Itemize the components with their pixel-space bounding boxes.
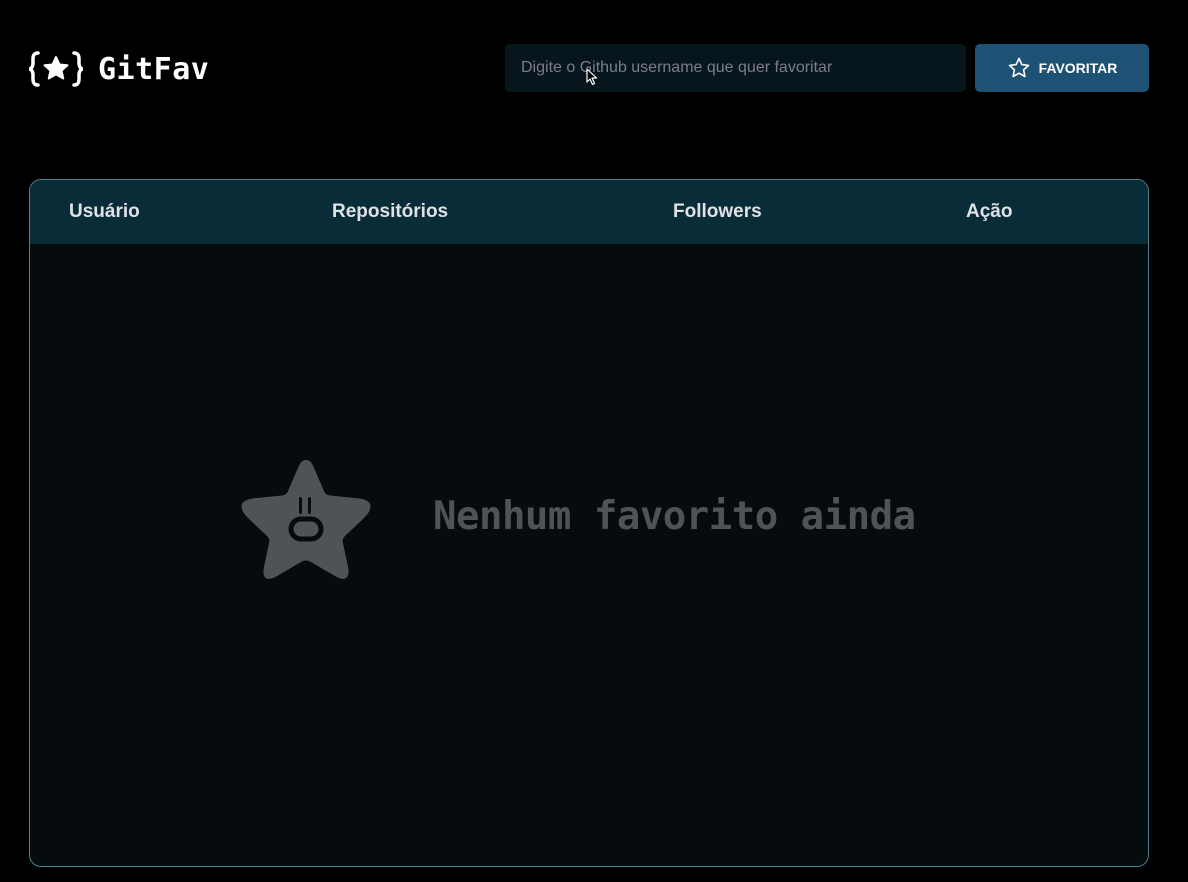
logo-text: GitFav: [98, 51, 210, 87]
mouse-cursor-icon: [586, 68, 598, 86]
app-root: GitFav FAVORITAR Usuário Repositórios Fo…: [0, 0, 1188, 882]
logo[interactable]: GitFav: [28, 50, 209, 88]
favorite-button-label: FAVORITAR: [1038, 60, 1118, 76]
column-header-acao: Ação: [966, 201, 1013, 222]
braces-star-icon: [28, 51, 84, 87]
empty-state: Nenhum favorito ainda: [30, 244, 1148, 866]
favorite-button[interactable]: FAVORITAR: [975, 44, 1149, 92]
column-header-repositorios: Repositórios: [332, 201, 449, 222]
favorites-table: Usuário Repositórios Followers Ação Nenh…: [29, 179, 1149, 867]
column-header-followers: Followers: [673, 201, 762, 222]
empty-state-message: Nenhum favorito ainda: [433, 494, 916, 539]
star-outline-icon: [1008, 57, 1029, 78]
column-header-usuario: Usuário: [69, 201, 140, 222]
table-header: Usuário Repositórios Followers Ação: [30, 180, 1148, 244]
github-username-input[interactable]: [505, 44, 966, 92]
sad-star-icon: [241, 460, 371, 579]
